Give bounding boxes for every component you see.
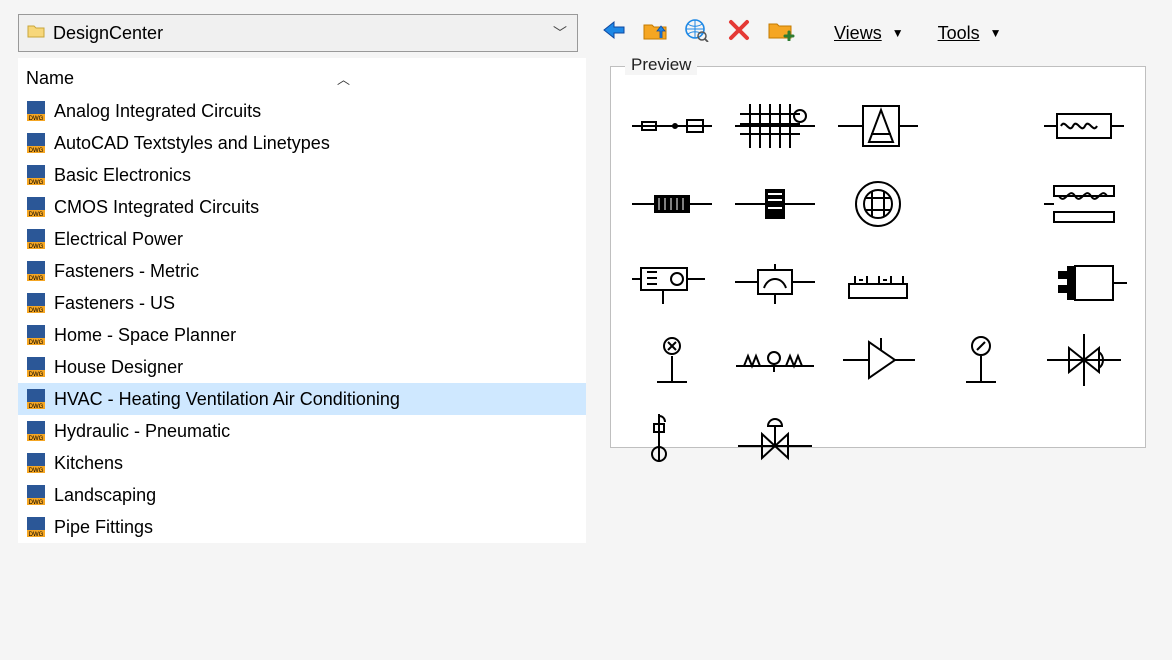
preview-spacer [929,89,1032,163]
folder-icon [27,23,45,44]
views-menu-label: Views [834,23,882,43]
list-item[interactable]: Fasteners - Metric [18,255,586,287]
hvac-symbol-16[interactable] [621,323,724,397]
list-item[interactable]: Kitchens [18,447,586,479]
list-item-label: Electrical Power [54,229,183,250]
preview-spacer [929,245,1032,319]
back-icon[interactable] [598,19,628,47]
dwg-file-icon [26,292,46,314]
list-item[interactable]: House Designer [18,351,586,383]
folder-up-icon[interactable] [640,19,670,47]
list-item-label: Basic Electronics [54,165,191,186]
chevron-down-icon: ▼ [990,26,1002,40]
dwg-file-icon [26,228,46,250]
delete-icon[interactable] [724,18,754,48]
hvac-symbol-10[interactable] [1032,167,1135,241]
path-dropdown[interactable]: DesignCenter ﹀ [18,14,578,52]
list-item[interactable]: Basic Electronics [18,159,586,191]
hvac-symbol-6[interactable] [621,167,724,241]
list-item[interactable]: Home - Space Planner [18,319,586,351]
list-item-label: Kitchens [54,453,123,474]
views-menu[interactable]: Views ▼ [834,23,904,44]
list-item[interactable]: CMOS Integrated Circuits [18,191,586,223]
column-header-name[interactable]: Name ︿ [18,64,586,95]
dwg-file-icon [26,356,46,378]
hvac-symbol-11[interactable] [621,245,724,319]
file-list-pane: Name ︿ Analog Integrated Circuits AutoCA… [18,58,586,543]
list-item-label: CMOS Integrated Circuits [54,197,259,218]
tools-menu-label: Tools [938,23,980,43]
list-item-label: Fasteners - Metric [54,261,199,282]
dwg-file-icon [26,324,46,346]
chevron-down-icon: ﹀ [553,23,571,43]
column-header-label: Name [26,68,74,89]
list-item[interactable]: AutoCAD Textstyles and Linetypes [18,127,586,159]
toolbar-icons [598,18,796,48]
list-item-label: Fasteners - US [54,293,175,314]
hvac-symbol-2[interactable] [724,89,827,163]
dwg-file-icon [26,388,46,410]
hvac-symbol-1[interactable] [621,89,724,163]
hvac-symbol-12[interactable] [724,245,827,319]
hvac-symbol-5[interactable] [1032,89,1135,163]
dwg-file-icon [26,260,46,282]
new-folder-icon[interactable] [766,19,796,47]
dwg-file-icon [26,100,46,122]
dwg-file-icon [26,196,46,218]
dwg-file-icon [26,484,46,506]
list-item[interactable]: Pipe Fittings [18,511,586,543]
dwg-file-icon [26,516,46,538]
list-item[interactable]: HVAC - Heating Ventilation Air Condition… [18,383,586,415]
list-item-label: AutoCAD Textstyles and Linetypes [54,133,330,154]
list-item-label: Home - Space Planner [54,325,236,346]
hvac-symbol-18[interactable] [827,323,930,397]
hvac-symbol-3[interactable] [827,89,930,163]
preview-label: Preview [625,55,697,75]
dwg-file-icon [26,164,46,186]
list-item[interactable]: Analog Integrated Circuits [18,95,586,127]
list-item[interactable]: Hydraulic - Pneumatic [18,415,586,447]
preview-spacer [929,167,1032,241]
path-label: DesignCenter [53,23,545,44]
dwg-file-icon [26,132,46,154]
dwg-file-icon [26,420,46,442]
list-item-label: Analog Integrated Circuits [54,101,261,122]
hvac-symbol-21[interactable] [621,401,724,475]
chevron-down-icon: ▼ [892,26,904,40]
web-search-icon[interactable] [682,18,712,48]
hvac-symbol-17[interactable] [724,323,827,397]
hvac-symbol-19[interactable] [929,323,1032,397]
hvac-symbol-7[interactable] [724,167,827,241]
file-list: Analog Integrated Circuits AutoCAD Texts… [18,95,586,543]
toolbar-row: DesignCenter ﹀ Views ▼ [18,14,1154,52]
dwg-file-icon [26,452,46,474]
list-item-label: HVAC - Heating Ventilation Air Condition… [54,389,400,410]
hvac-symbol-22[interactable] [724,401,827,475]
hvac-symbol-13[interactable] [827,245,930,319]
list-item-label: House Designer [54,357,183,378]
list-item-label: Hydraulic - Pneumatic [54,421,230,442]
list-item[interactable]: Electrical Power [18,223,586,255]
hvac-symbol-8[interactable] [827,167,930,241]
tools-menu[interactable]: Tools ▼ [938,23,1002,44]
preview-grid [621,83,1135,475]
preview-panel: Preview [610,66,1146,448]
list-item[interactable]: Landscaping [18,479,586,511]
list-item-label: Landscaping [54,485,156,506]
hvac-symbol-15[interactable] [1032,245,1135,319]
list-item-label: Pipe Fittings [54,517,153,538]
hvac-symbol-20[interactable] [1032,323,1135,397]
sort-ascending-icon: ︿ [337,69,350,88]
list-item[interactable]: Fasteners - US [18,287,586,319]
